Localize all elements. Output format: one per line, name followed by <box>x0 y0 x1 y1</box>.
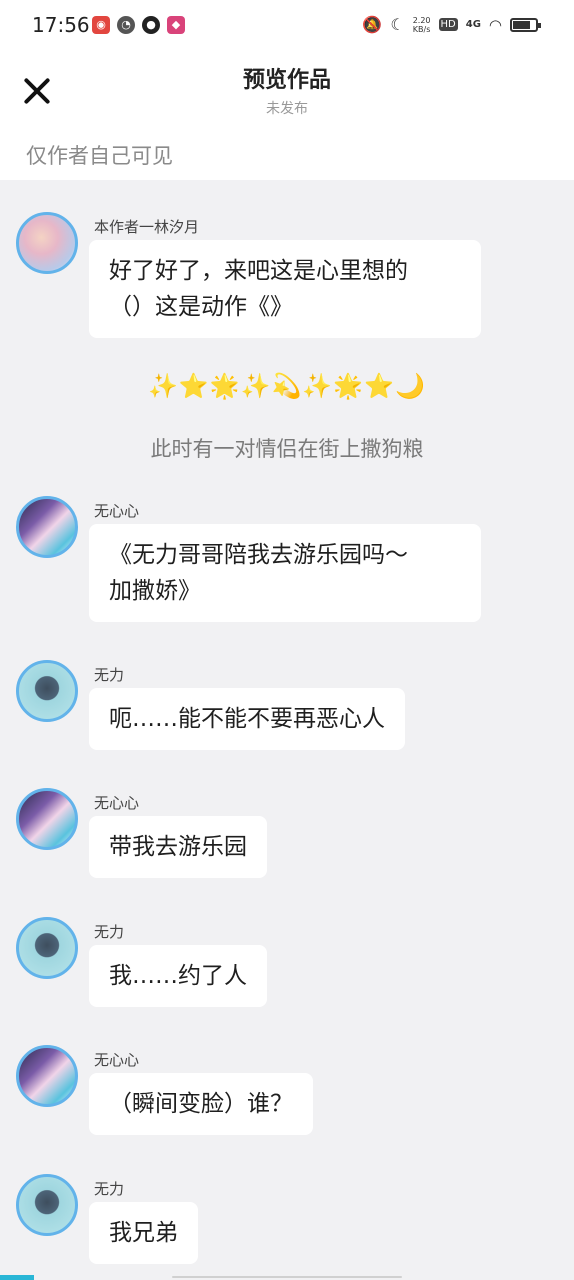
page-title: 预览作品 <box>242 68 331 93</box>
status-bar: 17:56 ◉ ◔ ● ◆ 🔕 ☾ 2.20 KB/s HD 4G ◠ <box>0 0 574 52</box>
wifi-icon: ◠ <box>488 15 502 34</box>
avatar[interactable] <box>16 212 78 274</box>
message-bubble[interactable]: 《无力哥哥陪我去游乐园吗～ 加撒娇》 <box>89 524 481 622</box>
status-indicators: 🔕 ☾ 2.20 KB/s HD 4G ◠ <box>362 15 541 34</box>
sender-name: 无力 <box>94 1180 125 1198</box>
preview-header: 预览作品 未发布 仅作者自己可见 <box>0 52 574 180</box>
avatar[interactable] <box>16 788 78 850</box>
avatar[interactable] <box>16 1045 78 1107</box>
app-notification-icon: ◉ <box>92 16 110 34</box>
chat-list[interactable]: 本作者一林汐月 好了好了，来吧这是心里想的 （）这是动作《》 ✨⭐🌟✨💫✨🌟⭐🌙… <box>0 180 574 1280</box>
message-bubble[interactable]: 带我去游乐园 <box>89 816 267 878</box>
avatar[interactable] <box>16 496 78 558</box>
message-bubble[interactable]: （瞬间变脸）谁？ <box>89 1073 313 1135</box>
battery-icon <box>510 17 541 32</box>
visibility-note: 仅作者自己可见 <box>26 144 173 168</box>
home-gesture-bar[interactable] <box>172 1276 402 1278</box>
mute-icon: 🔕 <box>362 15 383 34</box>
notification-icons: ◉ ◔ ● ◆ <box>92 16 185 34</box>
message-bubble[interactable]: 我兄弟 <box>89 1202 198 1264</box>
message-bubble[interactable]: 呃……能不能不要再恶心人 <box>89 688 405 750</box>
sender-name: 无力 <box>94 666 125 684</box>
signal-icon: 4G <box>465 19 481 30</box>
moon-icon: ☾ <box>390 15 405 34</box>
avatar[interactable] <box>16 1174 78 1236</box>
publish-status: 未发布 <box>266 101 308 117</box>
narration-text: 此时有一对情侣在街上撒狗粮 <box>150 437 424 461</box>
sender-name: 无力 <box>94 923 125 941</box>
net-speed: 2.20 KB/s <box>412 15 431 34</box>
message-bubble[interactable]: 我……约了人 <box>89 945 267 1007</box>
message-bubble[interactable]: 好了好了，来吧这是心里想的 （）这是动作《》 <box>89 240 481 338</box>
app-notification-icon: ● <box>142 16 160 34</box>
scroll-indicator <box>0 1275 34 1280</box>
sender-name: 无心心 <box>94 502 140 520</box>
emoji-divider: ✨⭐🌟✨💫✨🌟⭐🌙 <box>148 372 426 400</box>
hd-icon: HD <box>438 18 458 31</box>
avatar[interactable] <box>16 660 78 722</box>
sender-name: 本作者一林汐月 <box>94 218 200 236</box>
sender-name: 无心心 <box>94 794 140 812</box>
sender-name: 无心心 <box>94 1051 140 1069</box>
status-time: 17:56 <box>32 13 90 37</box>
app-notification-icon: ◆ <box>167 16 185 34</box>
avatar[interactable] <box>16 917 78 979</box>
app-notification-icon: ◔ <box>117 16 135 34</box>
